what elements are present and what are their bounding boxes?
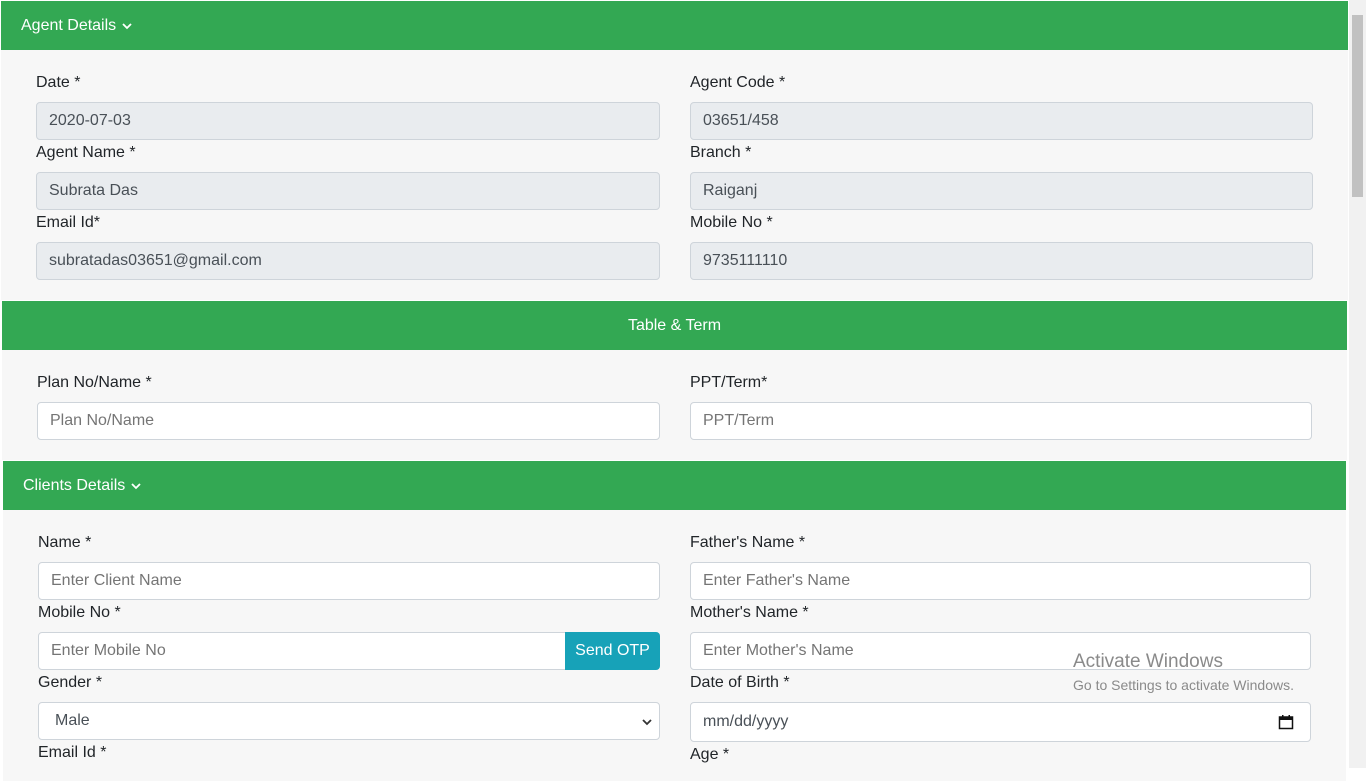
client-mobile-label: Mobile No * bbox=[38, 604, 121, 621]
agent-code-label: Agent Code * bbox=[690, 74, 786, 91]
client-mobile-input[interactable] bbox=[38, 632, 566, 670]
clients-details-title: Clients Details bbox=[23, 476, 126, 494]
chevron-down-icon bbox=[131, 482, 141, 489]
client-email-label: Email Id * bbox=[38, 744, 107, 761]
ppt-input[interactable] bbox=[690, 402, 1312, 440]
agent-details-title: Agent Details bbox=[21, 16, 117, 34]
send-otp-button[interactable]: Send OTP bbox=[565, 632, 660, 670]
date-label: Date * bbox=[36, 74, 81, 91]
select-arrow-icon bbox=[642, 719, 652, 726]
gender-label: Gender * bbox=[38, 674, 103, 691]
dob-input[interactable]: mm/dd/yyyy bbox=[690, 702, 1311, 742]
agent-email-field[interactable]: subratadas03651@gmail.com bbox=[36, 242, 660, 280]
agent-name-label: Agent Name * bbox=[36, 144, 136, 161]
gender-value: Male bbox=[55, 712, 90, 729]
dob-placeholder: mm/dd/yyyy bbox=[703, 713, 789, 730]
agent-details-header[interactable]: Agent Details bbox=[1, 1, 1348, 50]
agent-mobile-label: Mobile No * bbox=[690, 214, 773, 231]
father-name-label: Father's Name * bbox=[690, 534, 806, 551]
clients-details-header[interactable]: Clients Details bbox=[3, 461, 1346, 510]
chevron-down-icon bbox=[122, 22, 132, 29]
branch-field[interactable]: Raiganj bbox=[690, 172, 1313, 210]
agent-name-field[interactable]: Subrata Das bbox=[36, 172, 660, 210]
vertical-scrollbar[interactable] bbox=[1349, 0, 1366, 768]
agent-email-label: Email Id* bbox=[36, 214, 101, 231]
watermark-title: Activate Windows bbox=[1073, 651, 1223, 672]
table-term-title: Table & Term bbox=[627, 316, 722, 334]
activate-windows-watermark: Activate Windows Go to Settings to activ… bbox=[1073, 651, 1294, 695]
plan-label: Plan No/Name * bbox=[37, 374, 152, 391]
mother-name-label: Mother's Name * bbox=[690, 604, 809, 621]
watermark-subtitle: Go to Settings to activate Windows. bbox=[1073, 677, 1294, 693]
plan-input[interactable] bbox=[37, 402, 660, 440]
date-field[interactable]: 2020-07-03 bbox=[36, 102, 660, 140]
client-name-label: Name * bbox=[38, 534, 92, 551]
branch-label: Branch * bbox=[690, 144, 752, 161]
table-term-header: Table & Term bbox=[2, 301, 1347, 350]
calendar-icon[interactable] bbox=[1278, 714, 1294, 730]
ppt-label: PPT/Term* bbox=[690, 374, 768, 391]
client-name-input[interactable] bbox=[38, 562, 660, 600]
agent-code-field[interactable]: 03651/458 bbox=[690, 102, 1313, 140]
father-name-input[interactable] bbox=[690, 562, 1311, 600]
scrollbar-thumb[interactable] bbox=[1352, 15, 1363, 197]
dob-label: Date of Birth * bbox=[690, 674, 790, 691]
agent-mobile-field[interactable]: 9735111110 bbox=[690, 242, 1313, 280]
age-label: Age * bbox=[690, 746, 730, 763]
gender-select[interactable]: Male bbox=[38, 702, 660, 740]
